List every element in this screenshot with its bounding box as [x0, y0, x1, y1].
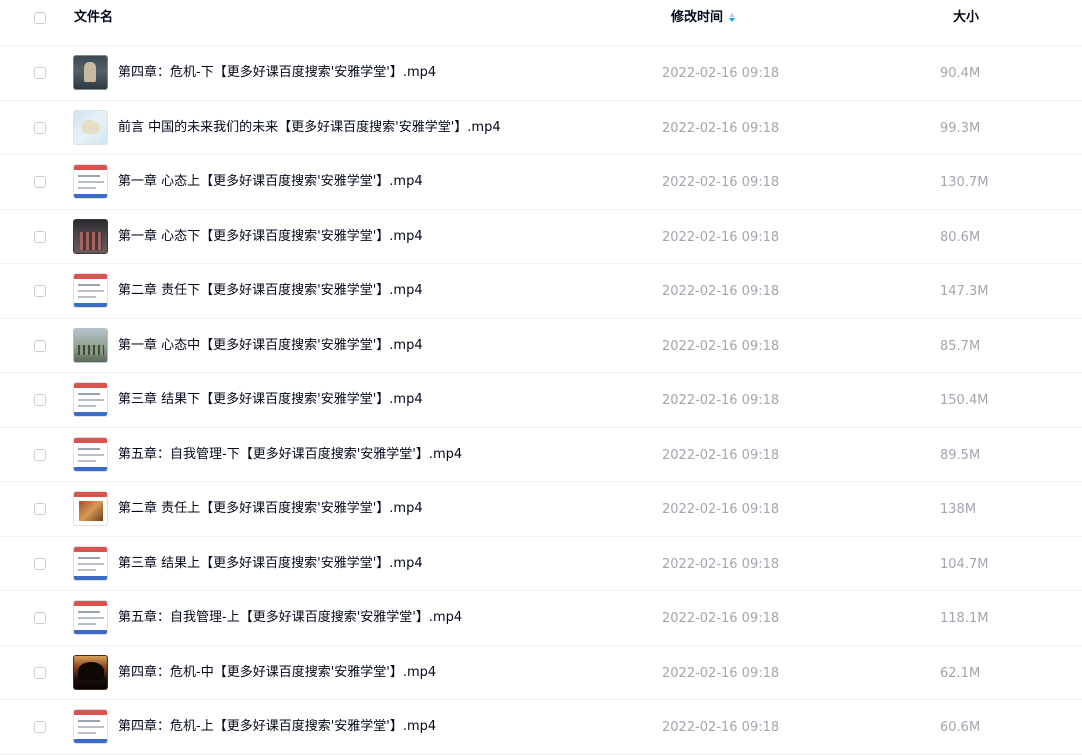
- video-thumbnail-icon[interactable]: [73, 491, 108, 526]
- file-name[interactable]: 第四章：危机-上【更多好课百度搜索'安雅学堂'】.mp4: [118, 718, 436, 735]
- file-size: 90.4M: [940, 66, 981, 81]
- file-name[interactable]: 第一章 心态中【更多好课百度搜索'安雅学堂'】.mp4: [118, 337, 423, 354]
- file-name[interactable]: 第五章：自我管理-上【更多好课百度搜索'安雅学堂'】.mp4: [118, 609, 462, 626]
- video-thumbnail-icon[interactable]: [73, 109, 108, 145]
- row-checkbox[interactable]: [34, 721, 46, 733]
- file-modified-time: 2022-02-16 09:18: [662, 66, 780, 81]
- file-row[interactable]: 前言 中国的未来我们的未来【更多好课百度搜索'安雅学堂'】.mp4 2022-02…: [0, 101, 1082, 155]
- file-row[interactable]: 第一章 心态中【更多好课百度搜索'安雅学堂'】.mp4 2022-02-16 09…: [0, 319, 1082, 373]
- file-size: 60.6M: [940, 720, 981, 735]
- file-row[interactable]: 第一章 心态上【更多好课百度搜索'安雅学堂'】.mp4 2022-02-16 09…: [0, 155, 1082, 210]
- file-list-table: 文件名 修改时间 大小 第四章：危机-下【更多好课百度搜索'安雅学堂'】.mp4…: [0, 0, 1082, 755]
- file-name[interactable]: 第二章 责任上【更多好课百度搜索'安雅学堂'】.mp4: [118, 500, 423, 517]
- row-checkbox[interactable]: [34, 67, 46, 79]
- file-row[interactable]: 第二章 责任上【更多好课百度搜索'安雅学堂'】.mp4 2022-02-16 09…: [0, 482, 1082, 537]
- file-modified-time: 2022-02-16 09:18: [662, 556, 780, 572]
- file-modified-time: 2022-02-16 09:18: [662, 229, 780, 245]
- file-modified-time: 2022-02-16 09:18: [662, 665, 780, 681]
- file-modified-time: 2022-02-16 09:18: [662, 502, 780, 517]
- file-name[interactable]: 第一章 心态下【更多好课百度搜索'安雅学堂'】.mp4: [118, 228, 423, 245]
- file-modified-time: 2022-02-16 09:18: [662, 447, 780, 463]
- file-size: 62.1M: [940, 665, 981, 681]
- file-modified-time: 2022-02-16 09:18: [662, 175, 780, 190]
- file-modified-time: 2022-02-16 09:18: [662, 120, 780, 136]
- file-name[interactable]: 第二章 责任下【更多好课百度搜索'安雅学堂'】.mp4: [118, 282, 423, 299]
- file-row[interactable]: 第三章 结果上【更多好课百度搜索'安雅学堂'】.mp4 2022-02-16 09…: [0, 537, 1082, 591]
- file-name[interactable]: 第四章：危机-中【更多好课百度搜索'安雅学堂'】.mp4: [118, 664, 436, 681]
- column-header-time[interactable]: 修改时间: [671, 10, 736, 26]
- table-header: 文件名 修改时间 大小: [0, 0, 1082, 46]
- video-thumbnail-icon[interactable]: [73, 545, 108, 581]
- file-size: 85.7M: [940, 338, 981, 354]
- file-name[interactable]: 前言 中国的未来我们的未来【更多好课百度搜索'安雅学堂'】.mp4: [118, 119, 501, 136]
- file-name[interactable]: 第四章：危机-下【更多好课百度搜索'安雅学堂'】.mp4: [118, 64, 436, 81]
- file-size: 138M: [940, 502, 977, 517]
- file-row[interactable]: 第五章：自我管理-上【更多好课百度搜索'安雅学堂'】.mp4 2022-02-16…: [0, 591, 1082, 646]
- column-header-size[interactable]: 大小: [953, 10, 979, 26]
- file-size: 130.7M: [940, 175, 989, 190]
- row-checkbox[interactable]: [34, 448, 46, 461]
- video-thumbnail-icon[interactable]: [73, 164, 108, 199]
- row-checkbox[interactable]: [34, 612, 46, 624]
- row-checkbox[interactable]: [34, 121, 46, 134]
- video-thumbnail-icon[interactable]: [73, 55, 108, 90]
- video-thumbnail-icon[interactable]: [73, 600, 108, 635]
- video-thumbnail-icon[interactable]: [73, 382, 108, 417]
- file-row[interactable]: 第三章 结果下【更多好课百度搜索'安雅学堂'】.mp4 2022-02-16 09…: [0, 373, 1082, 428]
- file-modified-time: 2022-02-16 09:18: [662, 338, 780, 354]
- file-size: 80.6M: [940, 229, 981, 245]
- file-size: 118.1M: [940, 611, 989, 626]
- column-header-name[interactable]: 文件名: [74, 10, 113, 26]
- file-name[interactable]: 第三章 结果上【更多好课百度搜索'安雅学堂'】.mp4: [118, 555, 423, 572]
- file-size: 89.5M: [940, 447, 981, 463]
- row-checkbox[interactable]: [34, 230, 46, 243]
- column-header-time-label: 修改时间: [671, 10, 724, 25]
- video-thumbnail-icon[interactable]: [73, 436, 108, 472]
- file-name[interactable]: 第五章：自我管理-下【更多好课百度搜索'安雅学堂'】.mp4: [118, 446, 462, 463]
- file-name[interactable]: 第一章 心态上【更多好课百度搜索'安雅学堂'】.mp4: [118, 173, 423, 190]
- select-all-checkbox[interactable]: [34, 12, 46, 24]
- row-checkbox[interactable]: [34, 503, 46, 515]
- file-row[interactable]: 第四章：危机-下【更多好课百度搜索'安雅学堂'】.mp4 2022-02-16 0…: [0, 46, 1082, 101]
- row-checkbox[interactable]: [34, 666, 46, 679]
- file-modified-time: 2022-02-16 09:18: [662, 611, 780, 626]
- video-thumbnail-icon[interactable]: [73, 654, 108, 690]
- video-thumbnail-icon[interactable]: [73, 218, 108, 254]
- file-size: 99.3M: [940, 120, 981, 136]
- file-row[interactable]: 第四章：危机-中【更多好课百度搜索'安雅学堂'】.mp4 2022-02-16 0…: [0, 646, 1082, 700]
- file-row[interactable]: 第五章：自我管理-下【更多好课百度搜索'安雅学堂'】.mp4 2022-02-16…: [0, 428, 1082, 482]
- file-modified-time: 2022-02-16 09:18: [662, 720, 780, 735]
- file-row[interactable]: 第四章：危机-上【更多好课百度搜索'安雅学堂'】.mp4 2022-02-16 0…: [0, 700, 1082, 755]
- file-modified-time: 2022-02-16 09:18: [662, 284, 780, 299]
- row-checkbox[interactable]: [34, 557, 46, 570]
- row-checkbox[interactable]: [34, 394, 46, 406]
- file-size: 104.7M: [940, 556, 989, 572]
- video-thumbnail-icon[interactable]: [73, 709, 108, 744]
- video-thumbnail-icon[interactable]: [73, 327, 108, 363]
- file-row[interactable]: 第二章 责任下【更多好课百度搜索'安雅学堂'】.mp4 2022-02-16 09…: [0, 264, 1082, 319]
- file-size: 147.3M: [940, 284, 989, 299]
- row-checkbox[interactable]: [34, 176, 46, 188]
- sort-descending-icon[interactable]: [729, 13, 736, 23]
- row-checkbox[interactable]: [34, 285, 46, 297]
- row-checkbox[interactable]: [34, 339, 46, 352]
- video-thumbnail-icon[interactable]: [73, 273, 108, 308]
- file-modified-time: 2022-02-16 09:18: [662, 393, 780, 408]
- file-row[interactable]: 第一章 心态下【更多好课百度搜索'安雅学堂'】.mp4 2022-02-16 09…: [0, 210, 1082, 264]
- file-size: 150.4M: [940, 393, 989, 408]
- file-name[interactable]: 第三章 结果下【更多好课百度搜索'安雅学堂'】.mp4: [118, 391, 423, 408]
- file-rows: 第四章：危机-下【更多好课百度搜索'安雅学堂'】.mp4 2022-02-16 0…: [0, 46, 1082, 755]
